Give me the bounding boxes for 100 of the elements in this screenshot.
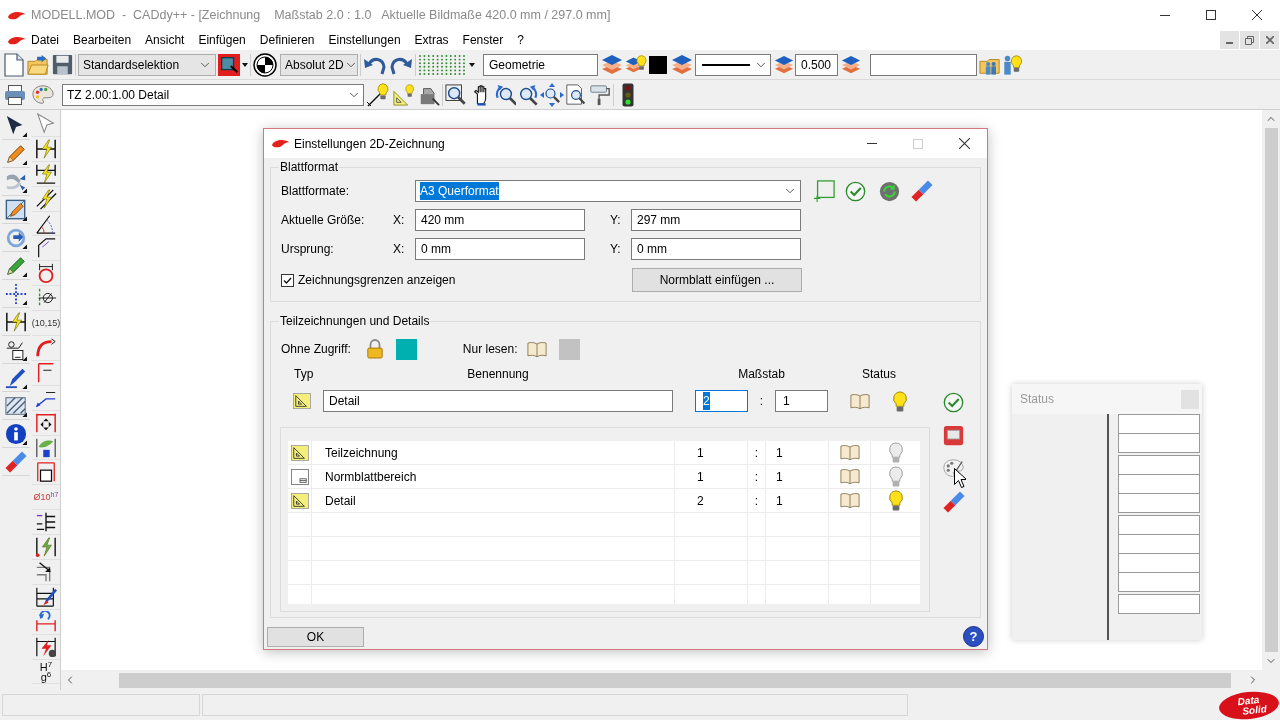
text-field[interactable] — [870, 53, 977, 76]
menu-item[interactable]: Bearbeiten — [66, 31, 139, 49]
lightning-dimension-icon[interactable] — [35, 536, 57, 559]
pencil-icon[interactable] — [5, 254, 27, 277]
layer-field[interactable]: Geometrie — [483, 53, 598, 76]
angled-dimension-icon[interactable] — [35, 187, 57, 210]
book-icon[interactable] — [850, 392, 870, 410]
color-swatch[interactable] — [558, 338, 580, 360]
frame-icon[interactable] — [943, 425, 964, 446]
insert-sheet-button[interactable]: Normblatt einfügen ... — [632, 268, 802, 292]
scale-field[interactable]: 2 — [695, 390, 748, 412]
pen-dimension-icon[interactable] — [35, 585, 57, 608]
menu-item[interactable]: Einfügen — [191, 31, 253, 49]
check-circle-icon[interactable] — [845, 180, 866, 202]
tolerance-tool[interactable]: Ø10$^{h7}$ — [33, 492, 59, 503]
weld-symbol-icon[interactable] — [5, 338, 27, 361]
scrollbar-thumb[interactable] — [119, 672, 1231, 688]
folder-icon[interactable] — [27, 53, 49, 76]
table-cell[interactable]: Normblattbereich — [325, 468, 417, 486]
printer-icon[interactable] — [4, 84, 26, 105]
close-icon[interactable] — [958, 138, 970, 149]
new-file-icon[interactable] — [4, 52, 24, 77]
input-field[interactable]: 0 mm — [631, 238, 801, 260]
caret-icon[interactable] — [242, 62, 248, 67]
dotted-crosshair-icon[interactable] — [5, 282, 27, 305]
scale-field[interactable]: 1 — [775, 390, 828, 412]
paint-roller-icon[interactable] — [589, 83, 611, 106]
ok-button[interactable]: OK — [267, 626, 364, 647]
input-field[interactable]: 420 mm — [415, 209, 585, 231]
lightning-dimension-icon[interactable] — [5, 310, 27, 333]
eraser-icon[interactable] — [5, 450, 27, 473]
line-style-dropdown[interactable] — [695, 53, 771, 76]
stacked-dimension-icon[interactable] — [35, 511, 57, 534]
layers-icon[interactable] — [671, 53, 693, 76]
menu-item[interactable]: Datei — [24, 31, 66, 49]
maximize-icon[interactable] — [1206, 10, 1216, 20]
leaf-dimension-icon[interactable] — [35, 436, 57, 459]
book-icon[interactable] — [839, 492, 860, 509]
layers-icon[interactable] — [841, 54, 861, 75]
zoom-rotate-icon[interactable] — [494, 83, 516, 106]
lightning-dimension-icon[interactable] — [35, 162, 57, 185]
measure-lightbulb-icon[interactable] — [366, 82, 390, 107]
checkbox[interactable] — [281, 273, 294, 287]
set-square-lightbulb-icon[interactable] — [393, 83, 415, 106]
pen-color-swatch[interactable] — [649, 55, 667, 74]
menu-item[interactable]: Einstellungen — [321, 31, 408, 49]
input-field[interactable]: 0 mm — [415, 238, 585, 260]
menu-item[interactable]: Fenster — [455, 31, 511, 49]
selection-mode-dropdown[interactable]: Standardselektion — [78, 53, 216, 76]
move-arrows-icon[interactable] — [35, 411, 57, 434]
zoom-page-icon[interactable] — [565, 83, 587, 106]
layers-icon[interactable] — [774, 54, 794, 75]
document-close-button[interactable] — [1260, 31, 1279, 49]
menu-item[interactable]: Ansicht — [138, 31, 192, 49]
menu-item[interactable]: Extras — [407, 31, 456, 49]
layers-icon[interactable] — [601, 53, 623, 76]
view-dropdown[interactable]: TZ 2.00:1.00 Detail — [62, 83, 364, 106]
zoom-rotate-icon[interactable] — [517, 83, 539, 106]
menu-item[interactable]: ? — [510, 31, 531, 49]
hatch-icon[interactable] — [5, 394, 27, 417]
lightning-dimension-icon[interactable] — [35, 137, 57, 160]
name-field[interactable]: Detail — [323, 390, 673, 412]
fit-tool[interactable]: H$^{7}$ g$^{6}$ — [39, 661, 53, 682]
eraser-icon[interactable] — [943, 491, 965, 513]
restore-icon[interactable] — [1245, 35, 1254, 45]
zoom-pan-icon[interactable] — [540, 82, 564, 107]
wrench-dimension-icon[interactable] — [35, 635, 57, 658]
pencil-icon[interactable] — [5, 142, 27, 165]
line-width-field[interactable]: 0.500 — [795, 53, 838, 76]
quadrant-circle-icon[interactable] — [253, 52, 277, 77]
sheet-corner-icon[interactable] — [813, 180, 835, 202]
scrollbar-thumb[interactable] — [1264, 128, 1278, 652]
close-icon[interactable] — [1252, 10, 1262, 20]
box-dimension-icon[interactable] — [35, 461, 57, 484]
arrow-cursor-icon[interactable] — [5, 114, 27, 137]
table-cell[interactable]: Detail — [325, 492, 356, 510]
rotate-dimension-icon[interactable] — [35, 610, 57, 633]
help-button[interactable]: ? — [963, 626, 984, 647]
menu-item[interactable]: Definieren — [252, 31, 322, 49]
chamfer-icon[interactable] — [35, 237, 57, 260]
person-lightbulb-icon[interactable] — [1002, 53, 1024, 76]
pen-icon[interactable] — [5, 366, 27, 389]
grid-icon[interactable] — [418, 53, 466, 76]
coordinate-mode-dropdown[interactable]: Absolut 2D — [280, 53, 358, 76]
zoom-window-icon[interactable] — [445, 83, 467, 106]
coordinate-tool[interactable]: (10,15) — [31, 318, 61, 329]
lightbulb-icon[interactable] — [887, 490, 904, 511]
sheet-format-dropdown[interactable]: A3 Querformat — [415, 180, 801, 202]
book-icon[interactable] — [839, 444, 860, 461]
square-pencil-icon[interactable] — [5, 198, 27, 221]
info-icon[interactable] — [5, 422, 27, 445]
color-swatch[interactable] — [395, 338, 417, 360]
book-icon[interactable] — [839, 468, 860, 485]
frame-tool-icon[interactable] — [218, 53, 240, 76]
table-cell[interactable]: Teilzeichnung — [325, 444, 398, 462]
document-restore-button[interactable] — [1240, 31, 1259, 49]
document-minimize-button[interactable] — [1220, 31, 1239, 49]
input-field[interactable]: 297 mm — [631, 209, 801, 231]
caret-icon[interactable] — [469, 62, 475, 67]
save-icon[interactable] — [52, 54, 73, 75]
